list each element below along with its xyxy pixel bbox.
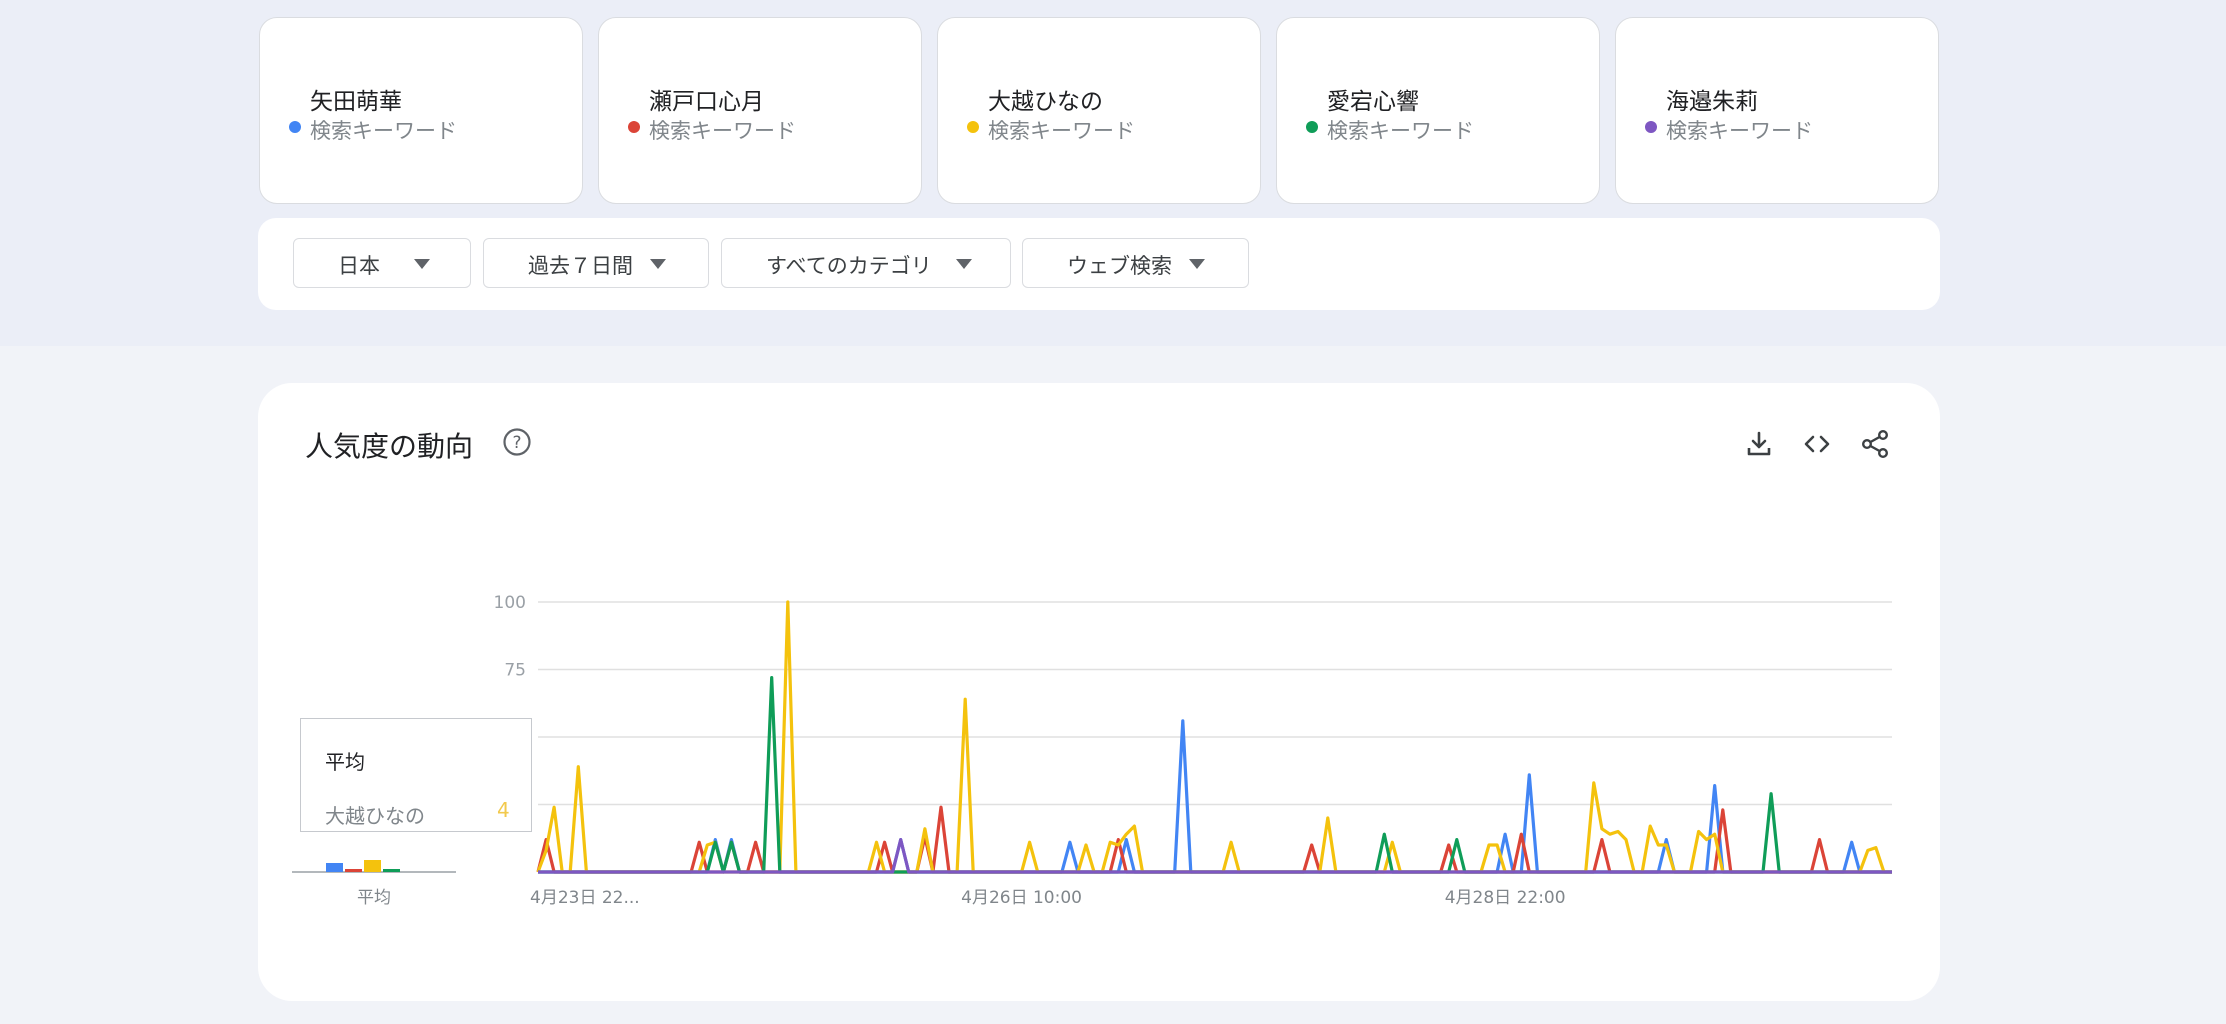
average-bar [326, 863, 343, 872]
keyword-name: 矢田萌華 [310, 89, 402, 115]
series-line [536, 805, 1892, 874]
keyword-type-label: 検索キーワード [988, 119, 1135, 143]
keyword-card[interactable]: 矢田萌華検索キーワード [259, 17, 583, 204]
trend-chart: 100 75 4月23日 22... 4月26日 10:00 4月28日 22:00 平均 [292, 593, 1892, 908]
keyword-card[interactable]: 大越ひなの検索キーワード [937, 17, 1261, 204]
series-line [538, 719, 1892, 874]
search-type-filter[interactable]: ウェブ検索 [1022, 238, 1249, 288]
keyword-color-dot [1645, 121, 1657, 133]
svg-text:?: ? [512, 433, 521, 453]
x-tick-label: 4月23日 22... [530, 888, 640, 908]
category-filter-label: すべてのカテゴリ [766, 254, 932, 278]
series-line [538, 838, 1892, 874]
keyword-color-dot [628, 121, 640, 133]
interest-over-time-panel: 100 75 4月23日 22... 4月26日 10:00 4月28日 22:00 平均… [258, 383, 1940, 1001]
period-filter-label: 過去７日間 [528, 254, 633, 278]
keyword-color-dot [289, 121, 301, 133]
keyword-card[interactable]: 海邉朱莉検索キーワード [1615, 17, 1939, 204]
average-bar [383, 869, 400, 872]
keyword-type-label: 検索キーワード [649, 119, 796, 143]
x-tick-label: 4月28日 22:00 [1445, 888, 1566, 908]
keyword-type-label: 検索キーワード [1666, 119, 1813, 143]
tooltip-title: 平均 [325, 750, 365, 774]
keyword-name: 瀬戸口心月 [649, 89, 764, 115]
region-filter[interactable]: 日本 [293, 238, 471, 288]
share-icon[interactable] [1860, 429, 1890, 459]
keyword-color-dot [1306, 121, 1318, 133]
keyword-card[interactable]: 愛宕心響検索キーワード [1276, 17, 1600, 204]
keyword-type-label: 検索キーワード [1327, 119, 1474, 143]
average-bar [345, 869, 362, 872]
tooltip-value: 4 [497, 798, 510, 822]
series-line [538, 676, 1892, 874]
keyword-color-dot [967, 121, 979, 133]
y-tick-label: 100 [494, 593, 526, 613]
panel-title: 人気度の動向 [305, 430, 474, 463]
chevron-down-icon [650, 259, 666, 269]
y-tick-label: 75 [504, 661, 526, 681]
search-type-filter-label: ウェブ検索 [1067, 254, 1172, 278]
average-label: 平均 [357, 888, 391, 908]
keyword-name: 大越ひなの [988, 89, 1103, 115]
region-filter-label: 日本 [338, 254, 380, 278]
code-icon[interactable] [1802, 429, 1832, 459]
period-filter[interactable]: 過去７日間 [483, 238, 709, 288]
keyword-name: 海邉朱莉 [1666, 89, 1758, 115]
average-bar [364, 860, 381, 872]
filter-bar: 日本 過去７日間 すべてのカテゴリ ウェブ検索 [258, 218, 1940, 310]
help-circle-icon[interactable]: ? [502, 427, 532, 457]
chevron-down-icon [1189, 259, 1205, 269]
chevron-down-icon [956, 259, 972, 269]
keyword-card[interactable]: 瀬戸口心月検索キーワード [598, 17, 922, 204]
hover-tooltip: 平均 大越ひなの 4 [300, 718, 532, 832]
tooltip-series-name: 大越ひなの [325, 804, 425, 828]
x-tick-label: 4月26日 10:00 [961, 888, 1082, 908]
category-filter[interactable]: すべてのカテゴリ [721, 238, 1011, 288]
keyword-name: 愛宕心響 [1327, 89, 1419, 115]
keyword-type-label: 検索キーワード [310, 119, 457, 143]
download-icon[interactable] [1744, 429, 1774, 459]
chevron-down-icon [414, 259, 430, 269]
